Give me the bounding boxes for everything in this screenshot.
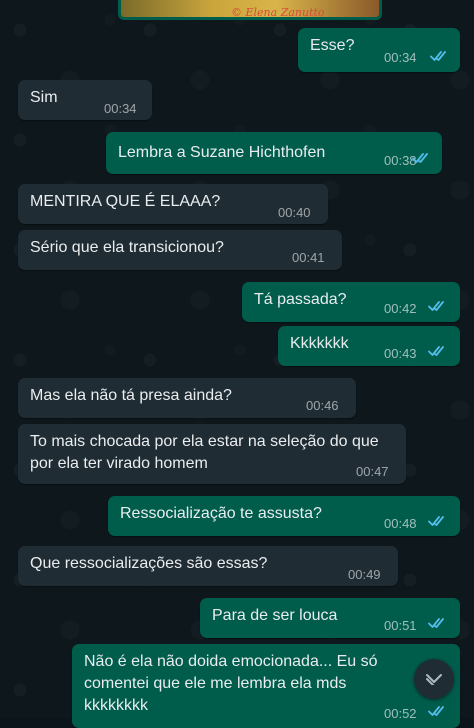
message-outgoing[interactable]: Para de ser louca 00:51 [200, 598, 460, 638]
double-check-icon [428, 346, 444, 356]
message-incoming[interactable]: Que ressocializações são essas? 00:49 [18, 546, 398, 586]
double-check-icon [428, 618, 444, 628]
double-check-icon [428, 706, 444, 716]
message-time: 00:41 [292, 250, 325, 265]
message-text: Que ressocializações são essas? [30, 555, 268, 572]
message-incoming[interactable]: Sério que ela transicionou? 00:41 [18, 230, 342, 270]
message-text: Ressocialização te assusta? [120, 505, 322, 522]
message-outgoing[interactable]: Esse? 00:34 [298, 28, 460, 72]
message-time: 00:42 [384, 301, 417, 316]
message-time: 00:40 [278, 205, 311, 220]
message-text: Mas ela não tá presa ainda? [30, 387, 232, 404]
message-text: Kkkkkkk [290, 335, 349, 352]
message-text: Sim [30, 89, 58, 106]
message-time: 00:46 [306, 398, 339, 413]
scroll-to-bottom-button[interactable] [414, 659, 454, 699]
message-text: Não é ela não doida emocionada... Eu só … [84, 653, 378, 714]
shared-image[interactable]: © Elena Zanutto [118, 0, 382, 20]
message-time: 00:34 [384, 50, 417, 65]
message-text: Esse? [310, 37, 355, 54]
chevron-down-icon [426, 674, 442, 685]
message-text: Para de ser louca [212, 607, 338, 624]
double-check-icon [430, 51, 446, 61]
message-time: 00:34 [104, 101, 137, 116]
double-check-icon [428, 301, 444, 311]
message-incoming[interactable]: To mais chocada por ela estar na seleção… [18, 424, 406, 484]
message-time: 00:49 [348, 567, 381, 582]
message-outgoing[interactable]: Não é ela não doida emocionada... Eu só … [72, 644, 460, 728]
message-text: MENTIRA QUE É ELAAA? [30, 193, 221, 210]
message-text: Tá passada? [254, 291, 347, 308]
message-outgoing[interactable]: Kkkkkkk 00:43 [278, 326, 460, 366]
double-check-icon [428, 516, 444, 526]
image-caption: © Elena Zanutto [231, 6, 325, 19]
double-check-icon [412, 153, 428, 163]
message-outgoing[interactable]: Lembra a Suzane Hichthofen 00:38 [106, 132, 442, 174]
message-text: To mais chocada por ela estar na seleção… [30, 433, 379, 472]
message-time: 00:52 [384, 706, 417, 721]
message-time: 00:43 [384, 346, 417, 361]
message-time: 00:51 [384, 618, 417, 633]
message-time: 00:47 [356, 464, 389, 479]
message-incoming[interactable]: Mas ela não tá presa ainda? 00:46 [18, 378, 356, 418]
message-outgoing[interactable]: Ressocialização te assusta? 00:48 [108, 496, 460, 536]
message-text: Lembra a Suzane Hichthofen [118, 144, 326, 161]
message-text: Sério que ela transicionou? [30, 239, 224, 256]
message-time: 00:48 [384, 516, 417, 531]
message-outgoing[interactable]: Tá passada? 00:42 [242, 282, 460, 322]
message-incoming[interactable]: MENTIRA QUE É ELAAA? 00:40 [18, 184, 328, 224]
message-incoming[interactable]: Sim 00:34 [18, 80, 152, 120]
